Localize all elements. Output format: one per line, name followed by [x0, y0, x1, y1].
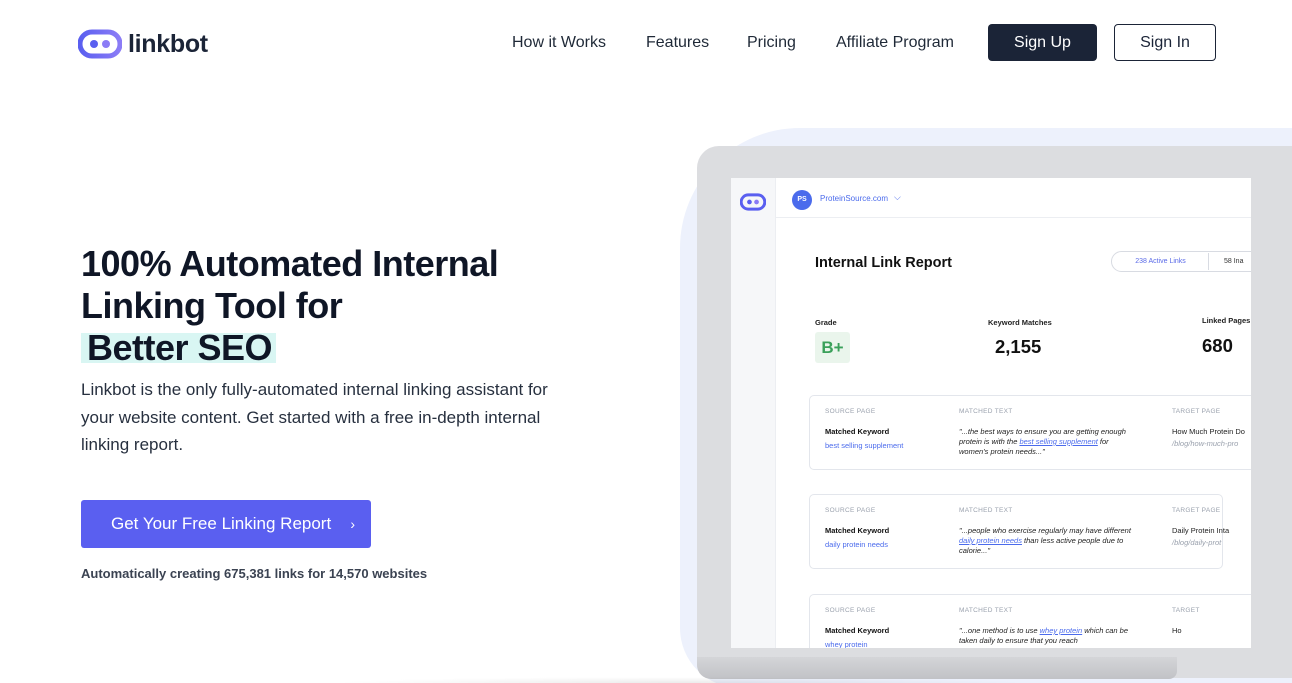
target-page-url: /blog/how-much-pro: [1172, 439, 1239, 448]
source-page-header: SOURCE PAGE: [825, 408, 876, 415]
target-page-header: TARGET PAGE: [1172, 507, 1221, 514]
matched-text-quote: "...one method is to use whey protein wh…: [959, 626, 1139, 646]
matched-text-quote: "...the best ways to ensure you are gett…: [959, 427, 1139, 457]
tab-active-links[interactable]: 238 Active Links: [1113, 253, 1209, 270]
quote-link[interactable]: daily protein needs: [959, 536, 1022, 545]
hero-description: Linkbot is the only fully-automated inte…: [81, 380, 548, 454]
source-page-header: SOURCE PAGE: [825, 607, 876, 614]
laptop-base: [697, 657, 1177, 679]
sign-in-button[interactable]: Sign In: [1114, 24, 1216, 61]
matched-text-header: MATCHED TEXT: [959, 607, 1013, 614]
nav-pricing[interactable]: Pricing: [747, 24, 796, 61]
quote-link[interactable]: best selling supplement: [1019, 437, 1097, 446]
nav-how-it-works[interactable]: How it Works: [512, 24, 606, 61]
matched-text-quote: "...people who exercise regularly may ha…: [959, 526, 1139, 556]
linked-pages-label: Linked Pages: [1202, 316, 1251, 325]
laptop-shadow: [330, 677, 1030, 683]
target-page-header: TARGET: [1172, 607, 1200, 614]
link-card[interactable]: SOURCE PAGE MATCHED TEXT TARGET PAGE Mat…: [809, 494, 1229, 569]
hero-title-highlight: Better SEO: [81, 330, 277, 366]
app-topbar: PS ProteinSource.com ⌵: [776, 178, 1251, 218]
grade-label: Grade: [815, 318, 837, 327]
matched-text-header: MATCHED TEXT: [959, 507, 1013, 514]
brand-name: linkbot: [128, 29, 208, 58]
linked-pages-value: 680: [1202, 335, 1233, 356]
matched-keyword-label: Matched Keyword: [825, 427, 890, 436]
stats-text: Automatically creating 675,381 links for…: [81, 566, 428, 581]
matched-text-header: MATCHED TEXT: [959, 408, 1013, 415]
quote-link[interactable]: whey protein: [1040, 626, 1083, 635]
link-chain-icon: [78, 29, 122, 59]
target-page-title[interactable]: Ho: [1172, 626, 1182, 635]
quote-text: "...people who exercise regularly may ha…: [959, 526, 1131, 535]
target-page-title[interactable]: How Much Protein Do: [1172, 427, 1245, 436]
nav-affiliate-program[interactable]: Affiliate Program: [836, 24, 954, 61]
matched-keyword-value[interactable]: whey protein: [825, 640, 868, 648]
target-page-url: /blog/daily-prot: [1172, 538, 1222, 547]
source-page-header: SOURCE PAGE: [825, 507, 876, 514]
matched-keyword-label: Matched Keyword: [825, 626, 890, 635]
grade-badge: B+: [815, 332, 850, 363]
link-card[interactable]: SOURCE PAGE MATCHED TEXT TARGET PAGE Mat…: [809, 395, 1251, 470]
link-card[interactable]: SOURCE PAGE MATCHED TEXT TARGET Matched …: [809, 594, 1251, 648]
chevron-right-icon: ›: [350, 516, 355, 532]
chevron-down-icon[interactable]: ⌵: [894, 192, 901, 203]
app-sidebar: [731, 178, 776, 648]
app-screen: PS ProteinSource.com ⌵ Internal Link Rep…: [731, 178, 1251, 648]
nav-features[interactable]: Features: [646, 24, 709, 61]
hero-title-line-1: 100% Automated Internal: [81, 243, 499, 284]
site-selector[interactable]: ProteinSource.com: [820, 194, 888, 203]
sign-up-button[interactable]: Sign Up: [988, 24, 1097, 61]
target-page-title[interactable]: Daily Protein Inta: [1172, 526, 1229, 535]
free-report-button[interactable]: Get Your Free Linking Report ›: [81, 500, 371, 548]
tab-inactive-links[interactable]: 58 Ina: [1224, 253, 1243, 270]
free-report-button-label: Get Your Free Linking Report: [111, 514, 332, 533]
hero-title: 100% Automated Internal Linking Tool for…: [81, 243, 581, 369]
hero-title-line-2: Linking Tool for: [81, 285, 343, 326]
target-page-header: TARGET PAGE: [1172, 408, 1221, 415]
report-title: Internal Link Report: [815, 255, 952, 271]
matched-keyword-label: Matched Keyword: [825, 526, 890, 535]
keyword-matches-label: Keyword Matches: [988, 318, 1052, 327]
quote-text: "...one method is to use: [959, 626, 1040, 635]
link-chain-icon: [740, 193, 766, 211]
links-toggle: 238 Active Links 58 Ina: [1111, 251, 1251, 272]
avatar[interactable]: PS: [792, 190, 812, 210]
keyword-matches-value: 2,155: [995, 336, 1042, 357]
logo[interactable]: linkbot: [78, 27, 208, 61]
matched-keyword-value[interactable]: daily protein needs: [825, 540, 888, 549]
matched-keyword-value[interactable]: best selling supplement: [825, 441, 903, 450]
